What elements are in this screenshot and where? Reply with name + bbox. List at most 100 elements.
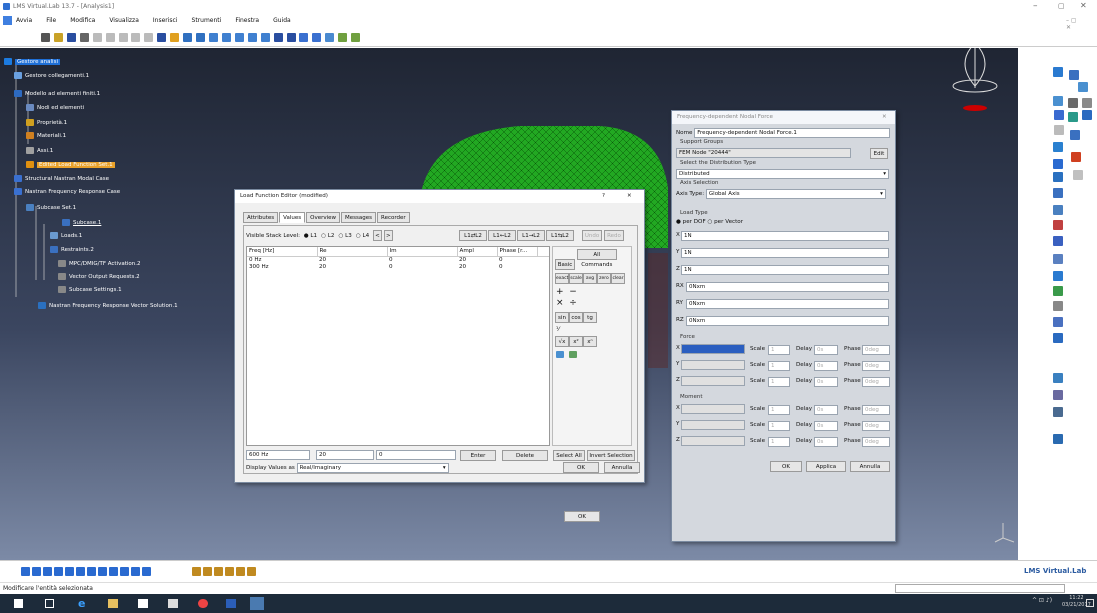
layer-icon[interactable] [131,567,140,576]
component-field[interactable] [681,376,745,386]
table-cell[interactable]: 20 [457,264,497,271]
select-all-button[interactable]: Select All [553,450,585,461]
dof-value-field[interactable]: 1N [681,231,889,241]
freq-field[interactable]: 600 Hz [246,450,310,460]
command-button-tg[interactable]: tg [583,312,597,323]
gear-icon[interactable] [183,33,193,42]
distribution-select[interactable]: Distributed ▾ [676,169,889,179]
tree-item[interactable]: Restraints.2 [50,246,94,255]
tree-item[interactable]: Subcase.1 [62,219,101,228]
divide-button[interactable]: ÷ [569,298,577,308]
open-icon[interactable] [53,33,63,42]
view-icon[interactable] [260,33,270,42]
compute-icon[interactable] [247,567,256,576]
tree-item[interactable]: MPC/DMIG/TF Activation.2 [58,260,141,269]
new-icon[interactable] [41,33,50,42]
task-view-icon[interactable] [45,599,54,608]
chart-icon[interactable] [1070,130,1080,140]
table-cell[interactable]: 20 [317,256,387,264]
delete-button[interactable]: Delete [502,450,548,461]
analysis-icon[interactable] [203,567,212,576]
tree-item[interactable]: Subcase Set.1 [26,204,76,213]
level-radio-l3[interactable]: ○ L3 [338,233,351,239]
power-button[interactable]: x² [569,336,583,347]
delay-field[interactable]: 0s [814,421,838,431]
scale-field[interactable]: 1 [768,437,790,447]
fit-all-icon[interactable] [21,567,30,576]
measure-icon[interactable] [1068,112,1078,122]
command-button-scale[interactable]: scale [569,273,583,284]
fdnf-cancel-button[interactable]: Annulla [850,461,890,472]
export-icon[interactable] [568,351,577,358]
menu-item-0[interactable]: Avvia [16,17,32,24]
maximize-icon[interactable]: ▢ [1058,2,1065,10]
tree-item[interactable]: Gestore collegamenti.1 [14,72,89,81]
menu-item-6[interactable]: Finestra [235,17,259,24]
tree-root[interactable]: Gestore analisi [4,58,60,67]
table-row[interactable]: 300 Hz 20 0 20 0 [247,264,549,271]
prev-level-button[interactable]: < [372,230,382,241]
notification-icon[interactable] [1086,599,1094,607]
mesh-icon[interactable] [208,33,218,42]
close-icon[interactable]: ✕ [1080,1,1087,10]
component-field[interactable] [681,420,745,430]
whats-this-icon[interactable] [157,33,167,42]
lfe-cancel-button[interactable]: Annulla [604,462,640,473]
component-field[interactable] [681,360,745,370]
tab-attributes[interactable]: Attributes [243,212,279,223]
dof-value-field[interactable]: 0Nxm [686,299,889,309]
compute-icon[interactable] [299,33,309,42]
power-button[interactable]: xⁿ [583,336,597,347]
enter-button[interactable]: Enter [460,450,496,461]
ok-button[interactable]: OK [564,511,600,522]
zoom-out-icon[interactable] [65,567,74,576]
scale-field[interactable]: 1 [768,405,790,415]
tree-item[interactable]: Nastran Frequency Response Case [14,188,120,197]
wrench-icon[interactable] [1053,172,1063,182]
level-radio-l1[interactable]: ● L1 [304,233,317,239]
phase-field[interactable]: 0deg [862,345,890,355]
tab-recorder[interactable]: Recorder [377,212,410,223]
basic-tab[interactable]: Basic [555,259,575,270]
rotate-icon[interactable] [234,33,244,42]
results-icon[interactable] [312,33,322,42]
plot-2-icon[interactable] [351,33,361,42]
display-icon[interactable] [1078,82,1088,92]
normal-view-icon[interactable] [76,567,85,576]
phase-field[interactable]: 0deg [862,421,890,431]
values-table[interactable]: Freq [Hz] Re Im Ampl Phase [r... 0 Hz 20 0 20 0 3… [246,246,550,446]
tree-item[interactable]: Nodi ed elementi [26,104,84,113]
analysis-icon[interactable] [273,33,283,42]
tray-icons[interactable]: ^ ⊡ ♪) [1032,597,1052,604]
phase-field[interactable]: 0deg [862,437,890,447]
menu-item-4[interactable]: Inserisci [153,17,178,24]
add-button[interactable]: + [556,287,564,297]
copy-icon[interactable] [105,33,115,42]
plot-icon[interactable] [338,33,348,42]
tab-overview[interactable]: Overview [306,212,341,223]
phase-field[interactable]: 0deg [862,377,890,387]
store-icon[interactable] [138,599,148,608]
sensor-icon[interactable] [1053,333,1063,343]
import-icon[interactable] [556,351,564,358]
image-icon[interactable] [1053,286,1063,296]
dof-value-field[interactable]: 1N [681,248,889,258]
phase-field[interactable]: 0deg [862,361,890,371]
delay-field[interactable]: 0s [814,437,838,447]
component-field[interactable] [681,436,745,446]
table-cell[interactable]: 0 [387,264,457,271]
column-header[interactable]: Phase [r... [497,247,538,257]
display-values-select[interactable]: Real/Imaginary ▾ [296,463,449,473]
tree-item[interactable]: Structural Nastran Modal Case [14,175,109,184]
virtual-lab-taskbar-icon[interactable] [250,597,264,610]
pan-icon[interactable] [1053,67,1063,77]
dof-value-field[interactable]: 0Nxm [686,316,889,326]
palette-icon[interactable] [1053,142,1063,152]
column-header[interactable]: Im [387,247,458,257]
table-cell[interactable]: 20 [457,256,497,264]
minimize-icon[interactable]: – [1033,1,1038,11]
column-header[interactable]: Freq [Hz] [247,247,318,257]
cursor-icon[interactable] [1053,96,1063,106]
delay-field[interactable]: 0s [814,377,838,387]
apply-button[interactable]: Applica [806,461,846,472]
